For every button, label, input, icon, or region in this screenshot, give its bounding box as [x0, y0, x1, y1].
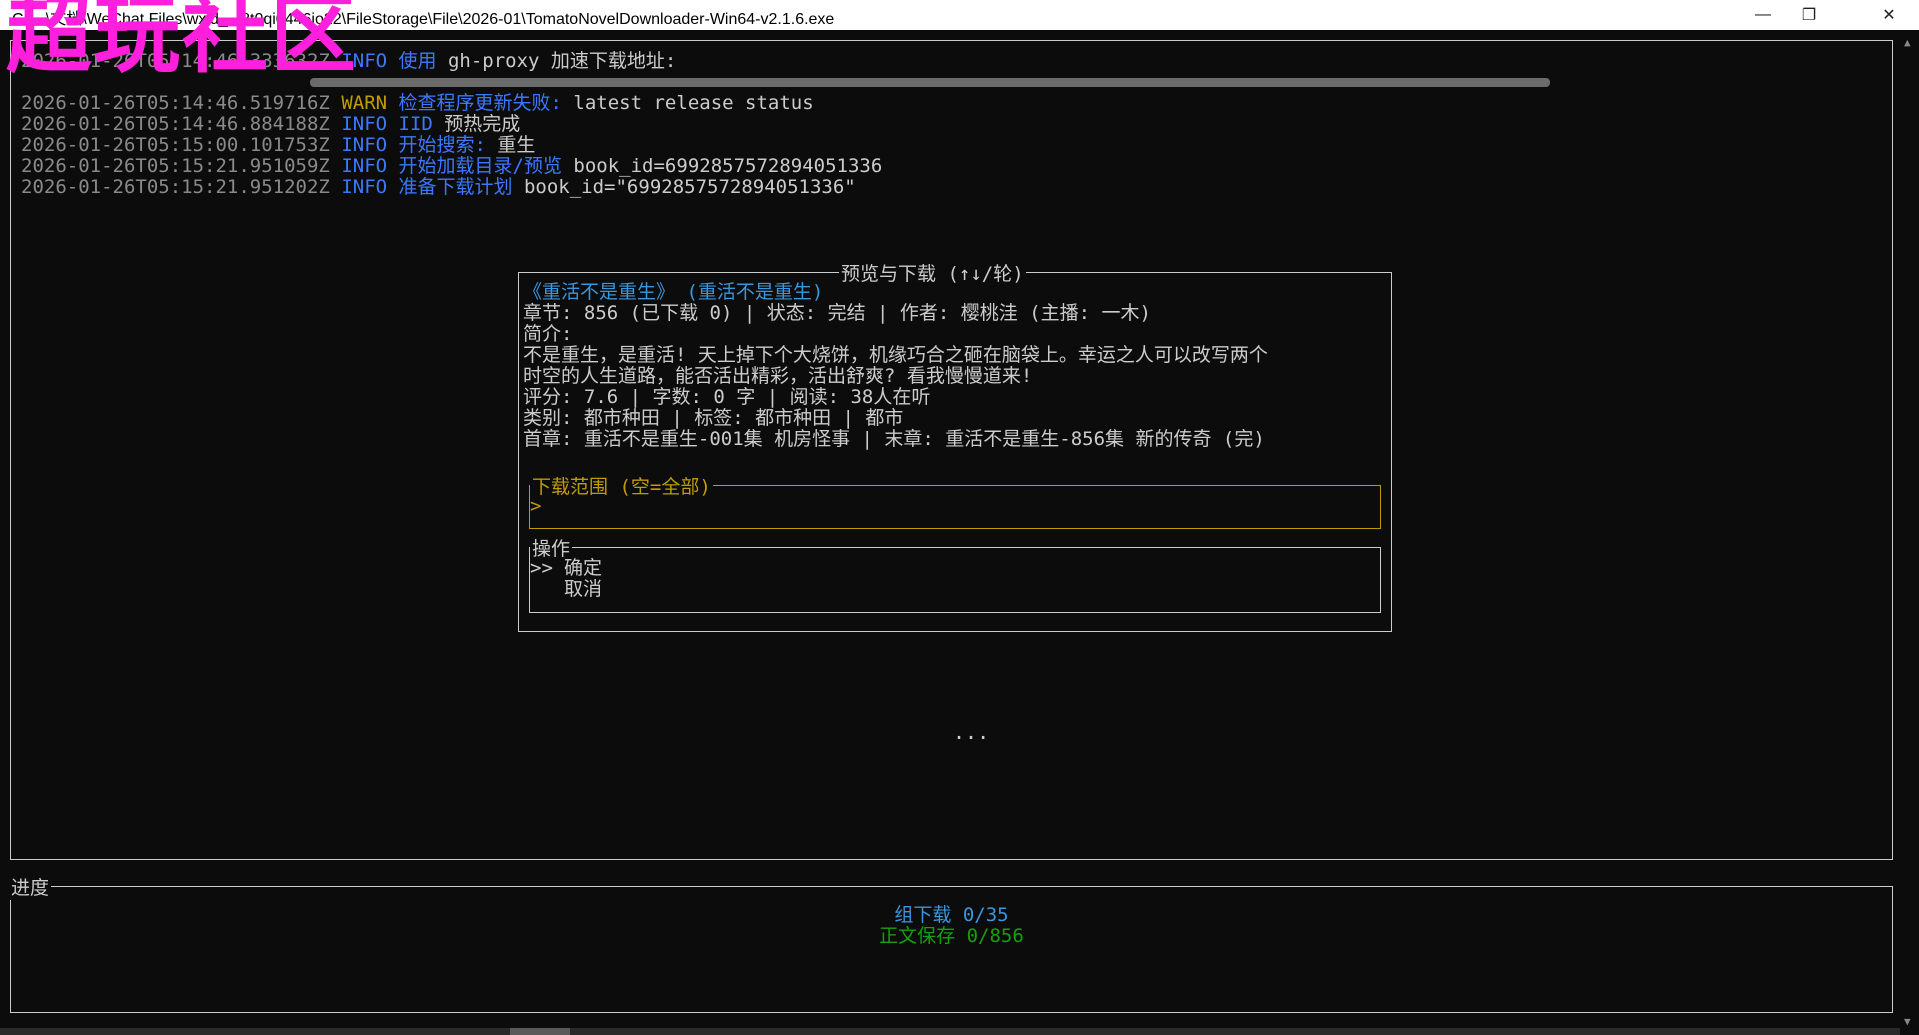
log-line: 2026-01-26T05:15:21.951059Z INFO 开始加载目录/…	[21, 156, 882, 177]
vertical-scrollbar[interactable]: ▲ ▼	[1900, 30, 1919, 1035]
book-stats: 评分: 7.6 | 字数: 0 字 | 阅读: 38人在听	[523, 386, 931, 408]
progress-title: 进度	[9, 873, 52, 900]
log-line: 2026-01-26T05:14:46.519716Z WARN 检查程序更新失…	[21, 93, 814, 114]
log-timestamp: 2026-01-26T05:14:46.519716Z	[21, 92, 330, 114]
log-line: 2026-01-26T05:15:21.951202Z INFO 准备下载计划 …	[21, 177, 856, 198]
log-level: INFO	[341, 155, 388, 177]
log-level: INFO	[341, 176, 388, 198]
scroll-up-icon[interactable]: ▲	[1904, 36, 1911, 49]
content-save-progress: 正文保存 0/856	[879, 925, 1024, 947]
confirm-option[interactable]: 确定	[564, 558, 602, 579]
download-range-input[interactable]: 下载范围 (空=全部) >	[529, 472, 1381, 529]
log-timestamp: 2026-01-26T05:15:21.951059Z	[21, 155, 330, 177]
book-meta: 章节: 856 (已下载 0) | 状态: 完结 | 作者: 樱桃洼 (主播: …	[523, 302, 1151, 324]
log-detail: 重生	[485, 134, 536, 156]
log-message: 检查程序更新失败:	[398, 92, 562, 114]
log-message: 开始搜索:	[398, 134, 486, 156]
log-line: 2026-01-26T05:14:46.884188Z INFO IID 预热完…	[21, 114, 520, 135]
log-detail: gh-proxy 加速下载地址:	[436, 50, 677, 72]
log-message: IID	[398, 113, 433, 135]
horizontal-scrollbar-track[interactable]	[0, 1028, 1900, 1035]
cancel-option[interactable]: 取消	[564, 579, 602, 600]
intro-text-1: 不是重生，是重活! 天上掉下个大烧饼，机缘巧合之砸在脑袋上。幸运之人可以改写两个	[523, 344, 1268, 366]
intro-label: 简介:	[523, 323, 573, 345]
log-detail: 预热完成	[432, 113, 521, 135]
log-timestamp: 2026-01-26T05:15:21.951202Z	[21, 176, 330, 198]
log-level: INFO	[341, 134, 388, 156]
log-detail: latest release status	[561, 92, 814, 114]
progress-panel: 进度 组下载 0/35 正文保存 0/856	[9, 873, 1893, 1013]
preview-download-dialog: 预览与下载 (↑↓/轮) 《重活不是重生》 (重活不是重生) 章节: 856 (…	[518, 259, 1392, 632]
log-level: INFO	[341, 113, 388, 135]
range-prompt: >	[530, 495, 542, 517]
horizontal-scrollbar-thumb[interactable]	[510, 1028, 570, 1035]
log-detail: book_id=6992857572894051336	[561, 155, 883, 177]
log-timestamp: 2026-01-26T05:15:00.101753Z	[21, 134, 330, 156]
log-line: 2026-01-26T05:15:00.101753Z INFO 开始搜索: 重…	[21, 135, 535, 156]
intro-text-2: 时空的人生道路，能否活出精彩，活出舒爽? 看我慢慢道来!	[523, 365, 1033, 387]
close-button[interactable]: ✕	[1866, 0, 1912, 30]
log-message: 准备下载计划	[398, 176, 513, 198]
log-horizontal-scrollbar[interactable]	[310, 78, 1550, 87]
watermark: 超玩社区	[6, 0, 358, 85]
book-title: 《重活不是重生》 (重活不是重生)	[523, 281, 824, 303]
loading-ellipsis: ...	[953, 720, 990, 744]
book-category: 类别: 都市种田 | 标签: 都市种田 | 都市	[523, 407, 904, 429]
scroll-down-icon[interactable]: ▼	[1904, 1015, 1911, 1028]
book-chapters: 首章: 重活不是重生-001集 机房怪事 | 末章: 重活不是重生-856集 新…	[523, 428, 1265, 450]
dialog-title: 预览与下载 (↑↓/轮)	[839, 259, 1026, 286]
log-timestamp: 2026-01-26T05:14:46.884188Z	[21, 113, 330, 135]
log-message: 使用	[398, 50, 437, 72]
minimize-button[interactable]: —	[1740, 0, 1786, 30]
log-level: WARN	[341, 92, 388, 114]
restore-button[interactable]: ❐	[1786, 0, 1832, 30]
log-message: 开始加载目录/预览	[398, 155, 562, 177]
terminal-area: 2026-01-26T05:14:46.333632Z INFO 使用 gh-p…	[0, 30, 1900, 1030]
log-detail: book_id="6992857572894051336"	[512, 176, 856, 198]
ops-cursor: >>	[530, 557, 553, 579]
range-title: 下载范围 (空=全部)	[530, 472, 713, 499]
operations-box: 操作 >> 确定 取消	[529, 534, 1381, 613]
